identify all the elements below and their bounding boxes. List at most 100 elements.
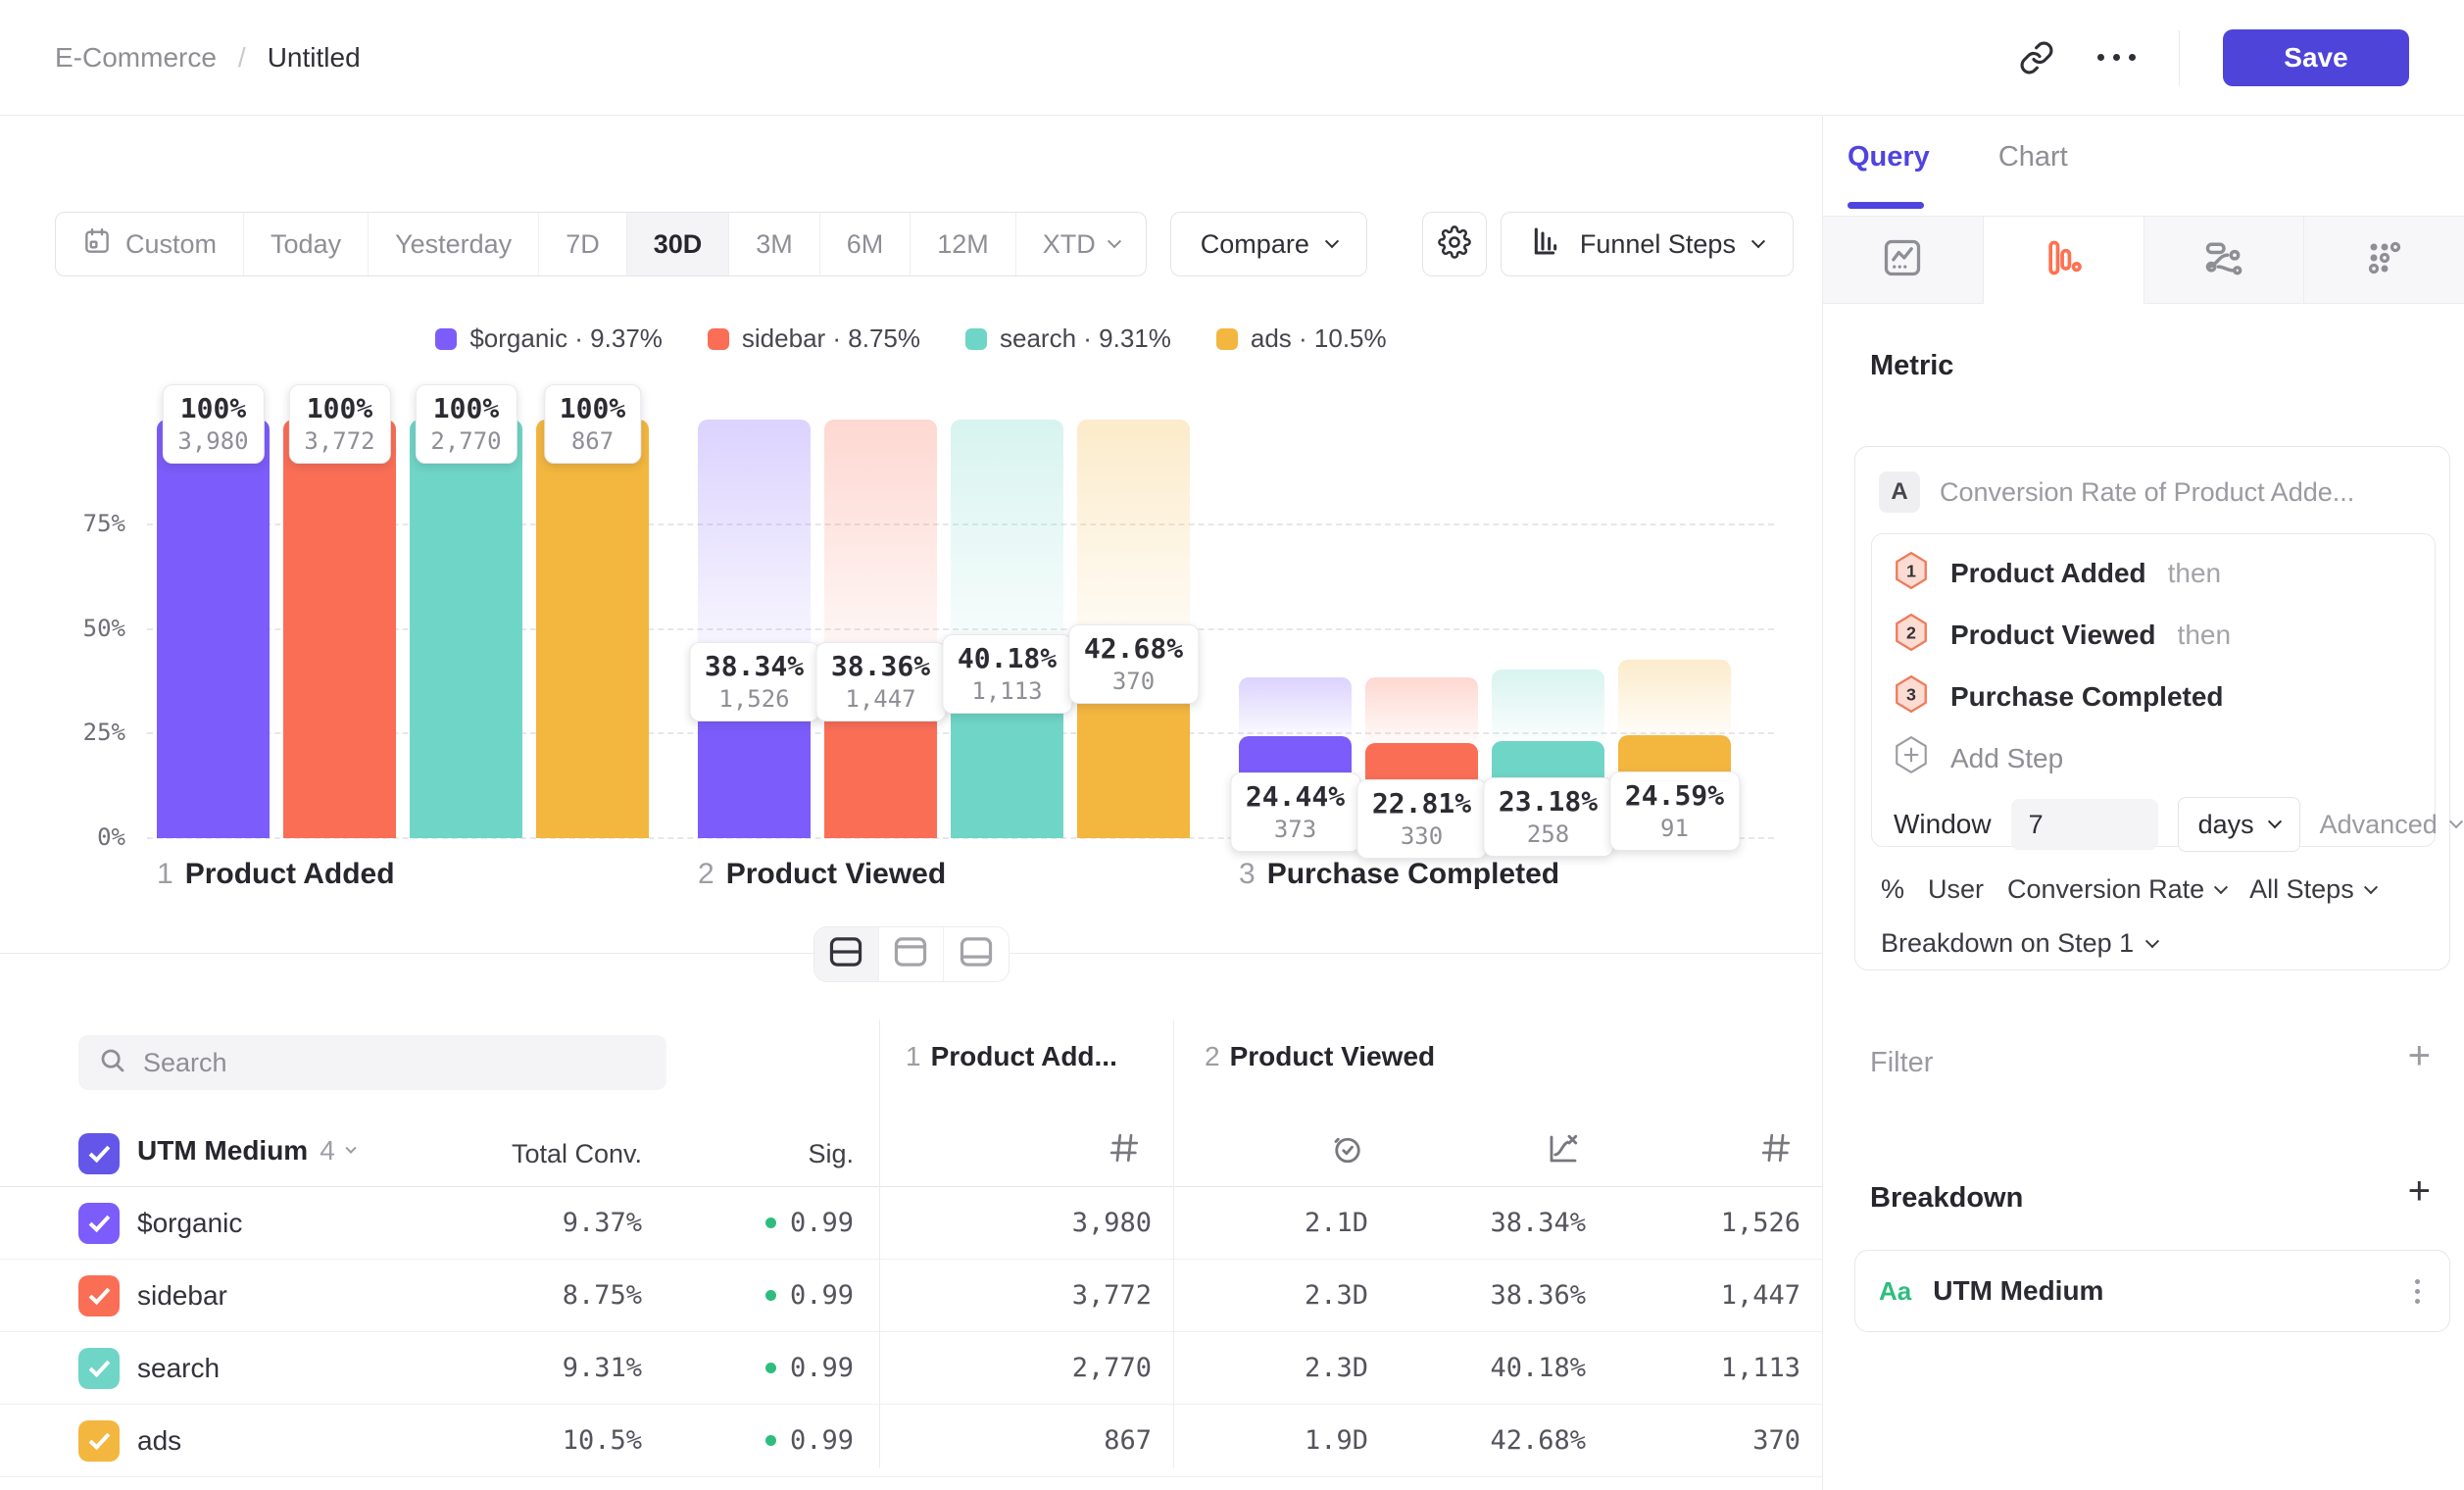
row-checkbox[interactable] bbox=[78, 1275, 120, 1316]
breadcrumb-project[interactable]: E-Commerce bbox=[55, 42, 217, 74]
column-divider bbox=[1173, 1019, 1174, 1468]
search-icon bbox=[98, 1046, 127, 1080]
bar-value-label: 24.59%91 bbox=[1609, 771, 1740, 851]
add-step-button[interactable]: Add Step bbox=[1894, 727, 2413, 789]
chart-type-flows[interactable] bbox=[2144, 217, 2305, 304]
chart-type-retention[interactable] bbox=[2304, 217, 2464, 304]
row-checkbox[interactable] bbox=[78, 1420, 120, 1462]
report-title[interactable]: Untitled bbox=[268, 42, 361, 74]
svg-text:2: 2 bbox=[1906, 622, 1916, 642]
add-filter-button[interactable]: + bbox=[2408, 1041, 2431, 1070]
bar-value-label: 38.36%1,447 bbox=[815, 642, 946, 721]
table-row-ads[interactable]: ads10.5%0.998671.9D42.68%370 bbox=[0, 1405, 1822, 1477]
breakdown-property-name: UTM Medium bbox=[1933, 1275, 2103, 1307]
more-menu-icon[interactable] bbox=[2097, 54, 2136, 61]
table-cell: 0.99 bbox=[667, 1187, 854, 1259]
window-value-input[interactable] bbox=[2011, 799, 2158, 850]
chart-type-funnels[interactable] bbox=[1984, 217, 2144, 304]
table-row-search[interactable]: search9.31%0.992,7702.3D40.18%1,113 bbox=[0, 1332, 1822, 1405]
table-row-organic[interactable]: $organic9.37%0.993,9802.1D38.34%1,526 bbox=[0, 1187, 1822, 1260]
date-button-3m[interactable]: 3M bbox=[729, 213, 820, 275]
topbar: E-Commerce / Untitled Save bbox=[0, 0, 2464, 116]
date-button-xtd[interactable]: XTD bbox=[1016, 213, 1146, 275]
funnel-step-row-3[interactable]: 3Purchase Completed bbox=[1894, 666, 2413, 727]
layout-chart-button[interactable] bbox=[879, 927, 944, 981]
funnel-bar-organic-step1[interactable] bbox=[157, 420, 270, 838]
y-axis-label: 0% bbox=[49, 823, 125, 851]
count-hash-icon bbox=[1734, 1131, 1793, 1165]
metric-title-row[interactable]: A Conversion Rate of Product Adde... bbox=[1879, 471, 2426, 514]
add-breakdown-button[interactable]: + bbox=[2408, 1176, 2431, 1206]
chart-view-selector[interactable]: Funnel Steps bbox=[1501, 212, 1794, 276]
search-box bbox=[78, 1035, 666, 1090]
funnel-bar-ads-step1[interactable] bbox=[536, 420, 649, 838]
measure-user[interactable]: User bbox=[1928, 874, 1984, 905]
legend-item-organic[interactable]: $organic · 9.37% bbox=[435, 323, 663, 354]
table-cell: 1,526 bbox=[1604, 1187, 1800, 1259]
legend-item-ads[interactable]: ads · 10.5% bbox=[1216, 323, 1387, 354]
time-to-convert-icon bbox=[1306, 1131, 1365, 1167]
row-checkbox[interactable] bbox=[78, 1348, 120, 1389]
save-button[interactable]: Save bbox=[2223, 29, 2409, 86]
legend-item-sidebar[interactable]: sidebar · 8.75% bbox=[708, 323, 920, 354]
layout-table-button[interactable] bbox=[944, 927, 1009, 981]
legend-item-search[interactable]: search · 9.31% bbox=[965, 323, 1171, 354]
funnel-step-row-2[interactable]: 2Product Viewedthen bbox=[1894, 604, 2413, 666]
gear-icon bbox=[1438, 225, 1471, 264]
date-button-today[interactable]: Today bbox=[244, 213, 369, 275]
table-cell: 0.99 bbox=[667, 1332, 854, 1404]
table-row-sidebar[interactable]: sidebar8.75%0.993,7722.3D38.36%1,447 bbox=[0, 1260, 1822, 1332]
funnel-bar-search-step1[interactable] bbox=[410, 420, 522, 838]
breakdown-on-step-dropdown[interactable]: Breakdown on Step 1 bbox=[1881, 928, 2157, 959]
settings-button[interactable] bbox=[1422, 212, 1487, 276]
string-type-badge: Aa bbox=[1879, 1276, 1911, 1307]
advanced-toggle[interactable]: Advanced bbox=[2320, 810, 2461, 840]
search-input[interactable] bbox=[143, 1048, 647, 1078]
kebab-menu-icon[interactable] bbox=[2409, 1273, 2426, 1310]
measure-scope-dropdown[interactable]: All Steps bbox=[2249, 874, 2376, 905]
bar-value-label: 100%3,980 bbox=[162, 384, 264, 464]
tab-query[interactable]: Query bbox=[1848, 141, 1930, 174]
date-button-yesterday[interactable]: Yesterday bbox=[369, 213, 539, 275]
date-button-30d[interactable]: 30D bbox=[627, 213, 730, 275]
breakdown-item-utm-medium[interactable]: Aa UTM Medium bbox=[1854, 1250, 2450, 1332]
table-cell: 2.1D bbox=[1182, 1187, 1368, 1259]
svg-text:3: 3 bbox=[1906, 684, 1916, 704]
app: E-Commerce / Untitled Save CustomTodayYe… bbox=[0, 0, 2464, 1490]
table-cell: 10.5% bbox=[426, 1405, 642, 1476]
chevron-down-icon bbox=[2145, 934, 2159, 948]
layout-toggle bbox=[813, 926, 1010, 982]
select-all-checkbox[interactable] bbox=[78, 1133, 120, 1174]
date-button-6m[interactable]: 6M bbox=[820, 213, 912, 275]
table-rows: $organic9.37%0.993,9802.1D38.34%1,526sid… bbox=[0, 1187, 1822, 1477]
chart-type-insights[interactable] bbox=[1823, 217, 1984, 304]
table-cell: 3,980 bbox=[897, 1187, 1152, 1259]
toolbar: CustomTodayYesterday7D30D3M6M12MXTD Comp… bbox=[55, 212, 1794, 276]
add-step-hexagon-icon bbox=[1894, 735, 1929, 781]
date-button-7d[interactable]: 7D bbox=[539, 213, 627, 275]
legend-swatch bbox=[708, 328, 729, 350]
breakdown-column-header[interactable]: UTM Medium 4 bbox=[137, 1135, 355, 1167]
table-cell: 1.9D bbox=[1182, 1405, 1368, 1476]
date-button-12m[interactable]: 12M bbox=[911, 213, 1016, 275]
conv-rate-chart-icon bbox=[1522, 1131, 1581, 1167]
funnel-step-row-1[interactable]: 1Product Addedthen bbox=[1894, 542, 2413, 604]
chevron-down-icon bbox=[2268, 815, 2282, 828]
measure-type-dropdown[interactable]: Conversion Rate bbox=[2007, 874, 2226, 905]
row-checkbox[interactable] bbox=[78, 1203, 120, 1244]
row-name: ads bbox=[137, 1405, 181, 1476]
window-unit-select[interactable]: days bbox=[2178, 797, 2300, 852]
table-cell: 38.34% bbox=[1390, 1187, 1586, 1259]
date-button-custom[interactable]: Custom bbox=[56, 213, 244, 275]
chevron-down-icon bbox=[2364, 880, 2378, 894]
link-icon[interactable] bbox=[2019, 40, 2054, 75]
table-cell: 8.75% bbox=[426, 1260, 642, 1331]
metric-card: A Conversion Rate of Product Adde... 1Pr… bbox=[1854, 446, 2450, 970]
steps-card: 1Product Addedthen2Product Viewedthen3Pu… bbox=[1871, 533, 2436, 847]
funnel-bar-sidebar-step1[interactable] bbox=[283, 420, 396, 838]
row-name: $organic bbox=[137, 1187, 242, 1259]
previous-step-ghost-bar bbox=[824, 420, 937, 677]
tab-chart[interactable]: Chart bbox=[1998, 141, 2068, 174]
layout-split-button[interactable] bbox=[814, 927, 879, 981]
compare-button[interactable]: Compare bbox=[1170, 212, 1367, 276]
